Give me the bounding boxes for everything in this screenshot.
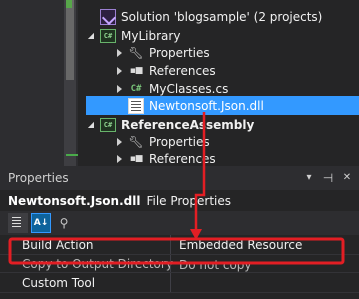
wrench-icon: 🔧︎ [128,135,144,149]
references-icon: ▪■ [129,154,144,164]
property-name: Copy to Output Directory [22,256,173,271]
property-row-copy-output[interactable]: Copy to Output Directory Do not copy [0,255,359,273]
tree-item-properties[interactable]: 🔧︎ Properties [114,44,210,62]
tree-item-referenceassembly[interactable]: ◢ C# ReferenceAssembly [86,116,254,134]
dropdown-icon[interactable]: ▾ [302,171,316,185]
tree-item-solution[interactable]: Solution 'blogsample' (2 projects) [86,8,322,26]
object-type: File Properties [146,193,232,208]
chevron-down-icon[interactable]: ◢ [86,27,96,45]
tree-item-newtonsoft-dll[interactable]: Newtonsoft.Json.dll [86,96,359,115]
property-pages-icon[interactable]: ⚲ [54,213,74,233]
solution-icon [100,9,116,25]
property-row-custom-tool[interactable]: Custom Tool [0,273,359,293]
dll-file-icon [128,97,144,114]
solution-explorer: Solution 'blogsample' (2 projects) ◢ C# … [0,0,359,166]
tree-item-label: References [149,152,216,166]
scrollbar-thumb[interactable] [66,0,74,80]
references-icon: ▪■ [129,66,144,76]
tree-item-mylibrary[interactable]: ◢ C# MyLibrary [86,27,180,45]
wrench-icon: 🔧︎ [128,46,144,60]
tree-item-label: ReferenceAssembly [121,118,255,132]
property-row-build-action[interactable]: Build Action Embedded Resource [0,235,359,255]
properties-panel: Properties ▾ ⊣ ✕ Newtonsoft.Json.dll Fil… [0,166,359,299]
change-marker [66,154,78,156]
csharp-project-icon: C# [100,118,116,132]
chevron-right-icon[interactable] [114,150,124,166]
categorized-button[interactable] [8,213,28,233]
property-name: Build Action [22,237,94,252]
chevron-right-icon[interactable] [114,133,124,151]
properties-toolbar: A↓ ⚲ [0,211,359,235]
property-value[interactable]: Embedded Resource [170,235,302,254]
tree-item-label: Newtonsoft.Json.dll [149,98,264,113]
tree-item-label: Properties [149,46,210,60]
property-name: Custom Tool [22,275,96,290]
chevron-right-icon[interactable] [114,62,124,80]
tree-item-properties[interactable]: 🔧︎ Properties [114,133,210,151]
panel-title: Properties [8,171,69,185]
close-icon[interactable]: ✕ [340,171,354,185]
property-grid: Build Action Embedded Resource Copy to O… [0,235,359,299]
chevron-down-icon[interactable]: ◢ [86,116,96,134]
csharp-file-icon: C# [130,84,142,94]
tree-item-label: Solution 'blogsample' (2 projects) [121,10,323,24]
alphabetical-sort-button[interactable]: A↓ [31,213,51,233]
tree-item-label: References [149,64,216,78]
properties-titlebar: Properties ▾ ⊣ ✕ [0,166,359,190]
csharp-project-icon: C# [100,29,116,43]
property-value[interactable] [170,273,179,292]
change-marker [66,0,72,8]
object-selector[interactable]: Newtonsoft.Json.dll File Properties [0,190,359,211]
pin-icon[interactable]: ⊣ [321,171,335,185]
chevron-right-icon[interactable] [114,44,124,62]
tree-item-references[interactable]: ▪■ References [114,150,216,166]
tree-item-label: Properties [149,135,210,149]
tree-item-label: MyLibrary [121,29,181,43]
object-name: Newtonsoft.Json.dll [8,193,141,208]
tree-item-references[interactable]: ▪■ References [114,62,216,80]
property-value[interactable]: Do not copy [170,255,252,272]
